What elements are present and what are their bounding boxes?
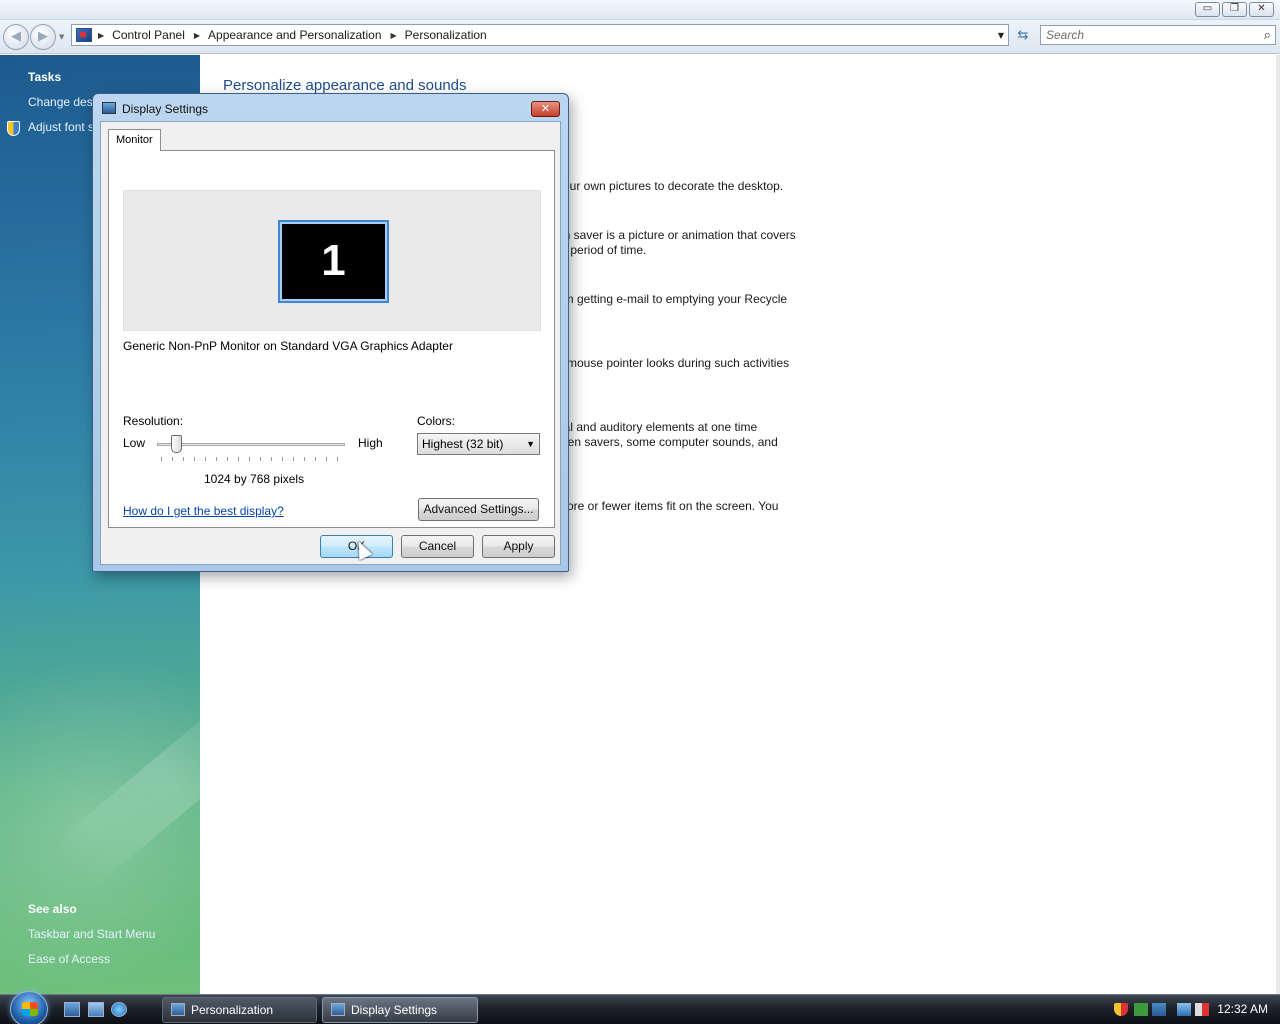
task-link-adjust-font-size[interactable]: Adjust font s	[28, 120, 94, 134]
cancel-button[interactable]: Cancel	[401, 535, 474, 558]
tasks-heading: Tasks	[28, 70, 62, 84]
chevron-down-icon: ▼	[526, 439, 535, 449]
close-button[interactable]: ✕	[1249, 2, 1274, 17]
control-panel-icon	[76, 28, 92, 42]
colors-select-value: Highest (32 bit)	[422, 437, 504, 451]
address-bar[interactable]: ▶ Control Panel ▶ Appearance and Persona…	[71, 24, 1009, 46]
apply-button[interactable]: Apply	[482, 535, 555, 558]
display-settings-description: more or fewer items fit on the screen. Y…	[557, 499, 779, 513]
resolution-value: 1024 by 768 pixels	[204, 472, 305, 486]
monitor-tab-panel: 1 Generic Non-PnP Monitor on Standard VG…	[108, 150, 555, 528]
back-button[interactable]: ◀	[3, 24, 29, 50]
windows-defender-icon[interactable]	[1134, 1003, 1148, 1016]
theme-description: ual and auditory elements at one time re…	[557, 420, 778, 449]
colors-select[interactable]: Highest (32 bit) ▼	[417, 433, 540, 455]
dialog-title: Display Settings	[122, 102, 209, 116]
monitor-1-tile[interactable]: 1	[278, 220, 389, 303]
see-also-heading: See also	[28, 902, 77, 916]
search-input[interactable]: Search ⌕	[1040, 25, 1276, 45]
recent-pages-dropdown[interactable]: ▼	[59, 33, 64, 41]
minimize-button[interactable]: ▭	[1195, 2, 1220, 17]
uac-shield-icon	[7, 121, 20, 136]
clock[interactable]: 12:32 AM	[1217, 995, 1268, 1024]
tray-app-icon[interactable]	[1152, 1003, 1166, 1016]
colors-label: Colors:	[417, 414, 456, 428]
address-toolbar: ◀ ▶ ▼ ▶ Control Panel ▶ Appearance and P…	[0, 20, 1280, 54]
monitor-arrangement-area: 1	[123, 190, 541, 331]
mouse-pointers-description: e mouse pointer looks during such activi…	[557, 356, 790, 370]
refresh-icon[interactable]: ⇆	[1012, 25, 1034, 45]
maximize-button[interactable]: ❐	[1222, 2, 1247, 17]
display-settings-icon	[102, 102, 116, 114]
page-title: Personalize appearance and sounds	[223, 77, 467, 94]
personalization-window-icon	[171, 1003, 185, 1016]
window-title-bar: ▭ ❐ ✕	[0, 0, 1280, 20]
dialog-close-button[interactable]: ✕	[531, 101, 560, 117]
sounds-description: om getting e-mail to emptying your Recyc…	[557, 292, 788, 306]
display-settings-window-icon	[331, 1003, 345, 1016]
tab-monitor[interactable]: Monitor	[108, 129, 161, 151]
desktop-background-description: your own pictures to decorate the deskto…	[557, 179, 784, 193]
slider-low-label: Low	[123, 436, 146, 450]
see-also-ease-of-access-link[interactable]: Ease of Access	[28, 952, 110, 966]
screen-saver-description: en saver is a picture or animation that …	[557, 228, 796, 257]
slider-high-label: High	[358, 436, 383, 450]
taskbar: Personalization Display Settings 12:32 A…	[0, 991, 1280, 1024]
forward-button[interactable]: ▶	[30, 24, 56, 50]
breadcrumb-personalization[interactable]: Personalization	[405, 28, 487, 42]
switch-windows-icon[interactable]	[88, 1002, 104, 1017]
resolution-slider-ticks	[161, 457, 343, 461]
resolution-label: Resolution:	[123, 414, 184, 428]
dialog-body: Monitor 1 Generic Non-PnP Monitor on Sta…	[100, 121, 561, 565]
internet-explorer-icon[interactable]	[111, 1002, 127, 1017]
address-dropdown-icon[interactable]: ▼	[998, 31, 1004, 40]
resolution-slider-track[interactable]	[157, 443, 345, 446]
search-placeholder: Search	[1046, 28, 1085, 42]
volume-muted-icon[interactable]	[1195, 1003, 1209, 1016]
show-desktop-icon[interactable]	[64, 1002, 80, 1017]
resolution-slider-thumb[interactable]	[171, 435, 183, 453]
monitor-number: 1	[321, 236, 346, 285]
breadcrumb-separator-icon[interactable]: ▶	[98, 31, 104, 40]
breadcrumb-appearance[interactable]: Appearance and Personalization	[208, 28, 381, 42]
network-icon[interactable]	[1177, 1003, 1191, 1016]
taskbar-button-display-settings[interactable]: Display Settings	[322, 997, 478, 1023]
breadcrumb-separator-icon[interactable]: ▶	[391, 31, 397, 40]
security-shield-icon[interactable]	[1114, 1003, 1128, 1016]
search-icon[interactable]: ⌕	[1264, 27, 1271, 43]
scrollbar[interactable]	[1276, 55, 1280, 994]
window-controls: ▭ ❐ ✕	[1195, 2, 1274, 17]
best-display-help-link[interactable]: How do I get the best display?	[123, 504, 284, 518]
see-also-taskbar-link[interactable]: Taskbar and Start Menu	[28, 927, 155, 941]
display-settings-dialog: Display Settings ✕ Monitor 1 Generic Non…	[92, 93, 569, 572]
task-link-change-desktop-icons[interactable]: Change desi	[28, 95, 95, 109]
taskbar-button-personalization[interactable]: Personalization	[162, 997, 317, 1023]
breadcrumb-separator-icon[interactable]: ▶	[194, 31, 200, 40]
advanced-settings-button[interactable]: Advanced Settings...	[418, 498, 539, 521]
monitor-name: Generic Non-PnP Monitor on Standard VGA …	[123, 339, 453, 353]
breadcrumb-control-panel[interactable]: Control Panel	[112, 28, 185, 42]
start-button[interactable]	[10, 991, 48, 1024]
